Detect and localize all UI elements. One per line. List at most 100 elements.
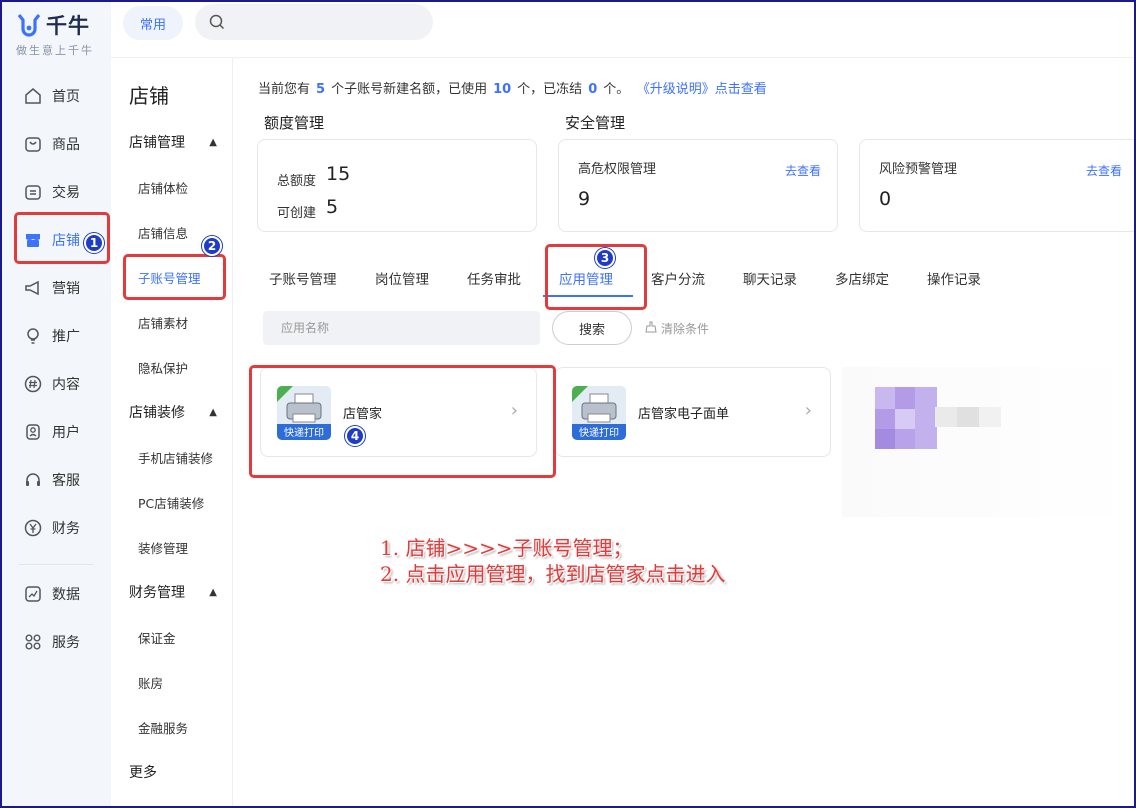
nav-label: 首页 <box>52 89 80 105</box>
risk-warning-card[interactable]: 风险预警管理 去查看 0 <box>859 139 1136 232</box>
total-quota-value: 15 <box>326 163 351 185</box>
nav-divider <box>18 564 94 565</box>
global-search-input[interactable] <box>195 4 433 40</box>
step-badge-4: 4 <box>345 426 365 446</box>
search-icon <box>209 14 225 34</box>
quota-summary: 当前您有 5 个子账号新建名额，已使用 10 个，已冻结 0 个。 《升级说明》点击查看 <box>258 78 767 97</box>
nav-label: 服务 <box>52 635 80 651</box>
nav-item-service[interactable]: 客服 <box>2 460 111 500</box>
headset-icon <box>24 471 42 489</box>
sidebar-item-deposit[interactable]: 保证金 <box>138 628 176 647</box>
risk-warning-label: 风险预警管理 <box>879 162 958 177</box>
nav-label: 用户 <box>52 425 80 441</box>
clear-filters-button[interactable]: 清除条件 <box>645 320 709 337</box>
instruction-note: 1. 店铺>>>>子账号管理； 2. 点击应用管理，找到店管家点击进入 <box>380 535 725 587</box>
sidebar-title: 店铺 <box>129 84 169 108</box>
nav-item-promotion[interactable]: 推广 <box>2 316 111 356</box>
nav-label: 交易 <box>52 185 80 201</box>
frequent-chip[interactable]: 常用 <box>123 6 183 40</box>
nav-label: 营销 <box>52 281 80 297</box>
chevron-right-icon: › <box>804 400 812 421</box>
top-bar: 常用 <box>111 2 1134 58</box>
nav-label: 财务 <box>52 521 80 537</box>
tab-positions[interactable]: 岗位管理 <box>375 268 429 288</box>
step-badge-3: 3 <box>595 248 615 268</box>
high-risk-value: 9 <box>578 188 591 210</box>
security-section-title: 安全管理 <box>565 114 626 132</box>
sidebar-item-store-check[interactable]: 店铺体检 <box>138 178 188 197</box>
app-name-input[interactable]: 应用名称 <box>263 311 540 345</box>
highlight-subaccount-item <box>123 254 226 300</box>
home-icon <box>24 87 42 105</box>
tab-subaccount[interactable]: 子账号管理 <box>269 268 337 288</box>
risk-warning-view-link[interactable]: 去查看 <box>1086 162 1122 179</box>
main-nav: 千牛 做生意上千牛 首页 商品 交易 店铺 营销 推广 内容 用户 客服 财务 <box>2 2 111 806</box>
user-icon <box>24 423 42 441</box>
risk-warning-value: 0 <box>879 188 892 210</box>
high-risk-view-link[interactable]: 去查看 <box>785 162 821 179</box>
group-finance-management[interactable]: 财务管理 ▲ <box>129 582 225 602</box>
sidebar-item-ledger[interactable]: 账房 <box>138 673 163 692</box>
nav-item-marketing[interactable]: 营销 <box>2 268 111 308</box>
group-label: 店铺装修 <box>129 405 185 421</box>
creatable-value: 5 <box>326 196 339 218</box>
quota-frozen-number: 0 <box>588 82 598 97</box>
upgrade-info-link[interactable]: 《升级说明》点击查看 <box>643 82 767 97</box>
nav-item-content[interactable]: 内容 <box>2 364 111 404</box>
nav-item-data[interactable]: 数据 <box>2 574 111 614</box>
grid-icon <box>24 633 42 651</box>
quota-text: 个，已冻结 <box>517 82 583 97</box>
high-risk-permission-card[interactable]: 高危权限管理 去查看 9 <box>558 139 838 232</box>
nav-label: 数据 <box>52 587 80 603</box>
nav-item-home[interactable]: 首页 <box>2 76 111 116</box>
broom-icon <box>645 321 657 336</box>
logo-name: 千牛 <box>46 14 90 38</box>
sidebar-item-pc-decoration[interactable]: PC店铺装修 <box>138 493 204 512</box>
sidebar-item-store-info[interactable]: 店铺信息 <box>138 223 188 242</box>
quota-text: 个。 <box>603 82 630 97</box>
sidebar-more[interactable]: 更多 <box>129 762 157 782</box>
group-label: 财务管理 <box>129 585 185 601</box>
hash-icon <box>24 375 42 393</box>
total-quota-label: 总额度 <box>277 174 317 189</box>
quota-total-number: 5 <box>316 82 326 97</box>
app-card-dianguanjia-waybill[interactable]: 快递打印 店管家电子面单 › <box>555 367 831 457</box>
group-store-management[interactable]: 店铺管理 ▲ <box>129 132 225 152</box>
chart-icon <box>24 585 42 603</box>
step-badge-1: 1 <box>84 233 104 253</box>
sidebar-item-store-assets[interactable]: 店铺素材 <box>138 313 188 332</box>
instruction-line: 1. 店铺>>>>子账号管理； <box>380 536 633 560</box>
nav-label: 推广 <box>52 329 80 345</box>
tab-operation-log[interactable]: 操作记录 <box>927 268 981 288</box>
app-icon-caption: 快递打印 <box>579 428 619 439</box>
qianniu-logo-icon <box>16 12 42 38</box>
creatable-label: 可创建 <box>277 206 317 221</box>
nav-item-services[interactable]: 服务 <box>2 622 111 662</box>
sidebar-item-decoration-manage[interactable]: 装修管理 <box>138 538 188 557</box>
tab-chat-records[interactable]: 聊天记录 <box>743 268 797 288</box>
store-sidebar: 店铺 店铺管理 ▲ 店铺体检 店铺信息 子账号管理 店铺素材 隐私保护 店铺装修… <box>111 58 233 806</box>
sidebar-item-mobile-decoration[interactable]: 手机店铺装修 <box>138 448 213 467</box>
tab-task-approval[interactable]: 任务审批 <box>467 268 521 288</box>
group-label: 店铺管理 <box>129 135 185 151</box>
nav-item-user[interactable]: 用户 <box>2 412 111 452</box>
high-risk-label: 高危权限管理 <box>578 162 657 177</box>
search-button[interactable]: 搜索 <box>552 311 632 345</box>
logo-tagline: 做生意上千牛 <box>16 44 94 57</box>
tab-multi-store-binding[interactable]: 多店绑定 <box>835 268 889 288</box>
tab-customer-routing[interactable]: 客户分流 <box>651 268 705 288</box>
subaccount-tabs: 子账号管理 岗位管理 任务审批 应用管理 客户分流 聊天记录 多店绑定 操作记录 <box>234 256 1134 298</box>
nav-item-goods[interactable]: 商品 <box>2 124 111 164</box>
quota-text: 当前您有 <box>258 82 311 97</box>
quota-section-title: 额度管理 <box>264 114 325 132</box>
group-store-decoration[interactable]: 店铺装修 ▲ <box>129 402 225 422</box>
sidebar-item-financial-services[interactable]: 金融服务 <box>138 718 188 737</box>
sidebar-item-privacy[interactable]: 隐私保护 <box>138 358 188 377</box>
nav-item-trade[interactable]: 交易 <box>2 172 111 212</box>
trade-icon <box>24 183 42 201</box>
nav-item-finance[interactable]: 财务 <box>2 508 111 548</box>
bulb-icon <box>24 327 42 345</box>
megaphone-icon <box>24 279 42 297</box>
instruction-line: 2. 点击应用管理，找到店管家点击进入 <box>380 562 726 586</box>
nav-label: 内容 <box>52 377 80 393</box>
